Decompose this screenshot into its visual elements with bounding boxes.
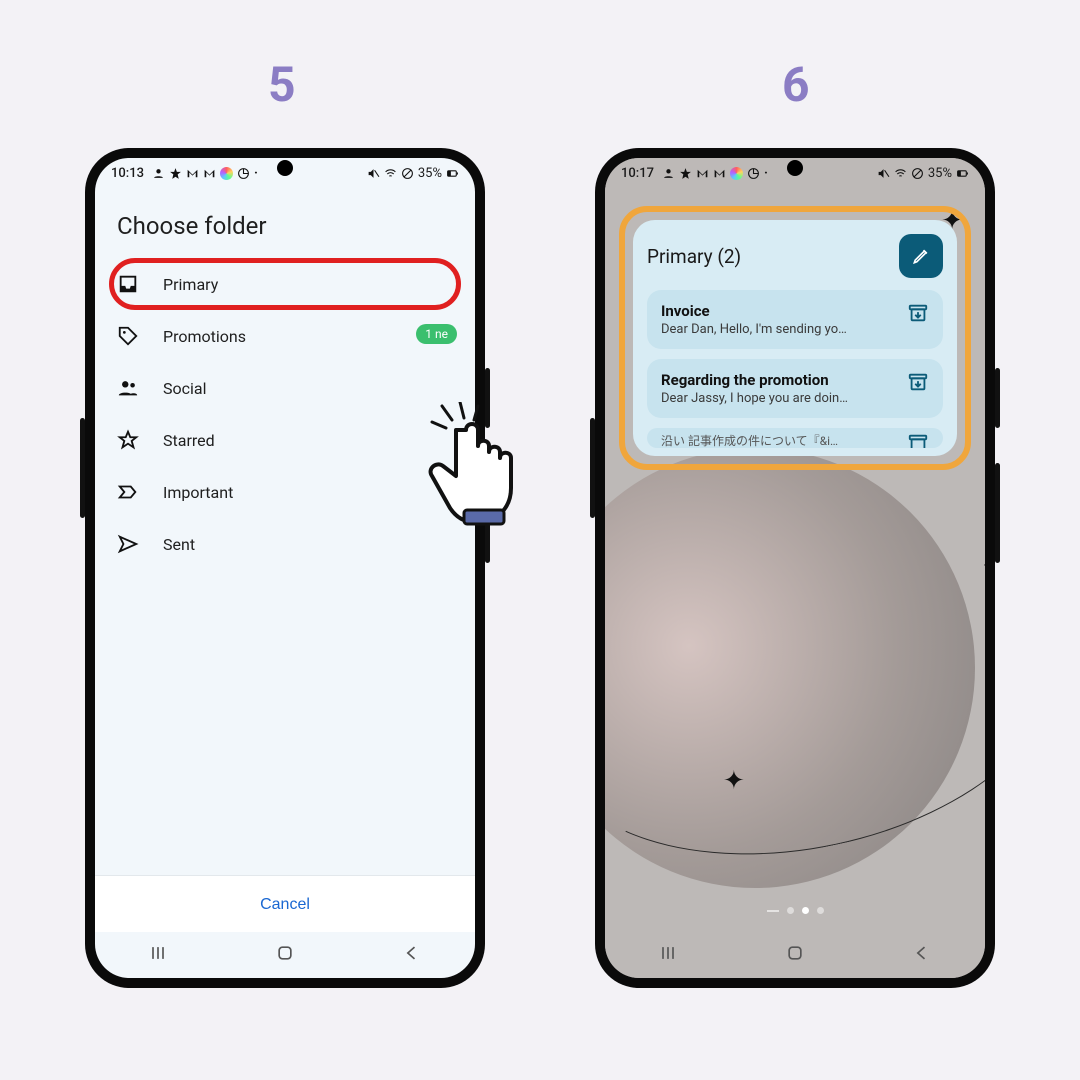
- clock: 10:17: [621, 166, 654, 181]
- wifi-icon: [894, 167, 907, 180]
- folder-label: Primary: [163, 275, 453, 294]
- folder-label: Social: [163, 379, 453, 398]
- email-item[interactable]: Regarding the promotion Dear Jassy, I ho…: [647, 359, 943, 418]
- email-subject: 沿い 記事作成の件について『&i…: [661, 432, 897, 448]
- mute-icon: [367, 167, 380, 180]
- nav-recents-icon[interactable]: [148, 943, 168, 967]
- star-icon: [679, 167, 692, 180]
- folder-label: Starred: [163, 431, 453, 450]
- battery-pct: 35%: [928, 166, 952, 181]
- app-color-icon: [220, 167, 233, 180]
- nav-recents-icon[interactable]: [658, 943, 678, 967]
- tag-icon: [117, 325, 139, 347]
- folder-row-sent[interactable]: Sent: [95, 518, 475, 570]
- clock: 10:13: [111, 166, 144, 181]
- folder-row-starred[interactable]: Starred: [95, 414, 475, 466]
- android-nav-bar: [605, 932, 985, 978]
- step-number-6: 6: [782, 56, 810, 113]
- star-outline-icon: [117, 429, 139, 451]
- mail-m-icon: [696, 167, 709, 180]
- pie-icon: [237, 167, 250, 180]
- wifi-icon: [384, 167, 397, 180]
- email-preview: Dear Dan, Hello, I'm sending yo…: [661, 322, 897, 337]
- account-icon: [152, 167, 165, 180]
- nav-back-icon[interactable]: [402, 943, 422, 967]
- archive-icon[interactable]: [907, 432, 929, 448]
- folder-row-important[interactable]: Important 2: [95, 466, 475, 518]
- gmail-widget[interactable]: Primary (2) Invoice Dear Dan, Hello, I'm…: [633, 220, 957, 456]
- folder-row-primary[interactable]: Primary: [95, 258, 475, 310]
- mail-m2-icon: [203, 167, 216, 180]
- star-icon: [169, 167, 182, 180]
- cancel-button[interactable]: Cancel: [260, 896, 310, 914]
- front-camera-icon: [787, 160, 803, 176]
- new-badge: 1 ne: [416, 324, 457, 344]
- account-icon: [662, 167, 675, 180]
- folder-label: Promotions: [163, 327, 453, 346]
- mail-m2-icon: [713, 167, 726, 180]
- folder-label: Important: [163, 483, 421, 502]
- mute-icon: [877, 167, 890, 180]
- compose-button[interactable]: [899, 234, 943, 278]
- email-item[interactable]: Invoice Dear Dan, Hello, I'm sending yo…: [647, 290, 943, 349]
- mail-m-icon: [186, 167, 199, 180]
- front-camera-icon: [277, 160, 293, 176]
- folder-count: 2: [445, 484, 453, 500]
- pie-icon: [747, 167, 760, 180]
- pencil-icon: [911, 246, 931, 266]
- battery-icon: [446, 167, 459, 180]
- sparkle-icon: ✦: [723, 766, 745, 796]
- people-icon: [117, 377, 139, 399]
- nav-home-icon[interactable]: [275, 943, 295, 967]
- email-subject: Invoice: [661, 302, 897, 320]
- nav-back-icon[interactable]: [912, 943, 932, 967]
- email-item-truncated[interactable]: 沿い 記事作成の件について『&i…: [647, 428, 943, 448]
- inbox-icon: [117, 273, 139, 295]
- app-color-icon: [730, 167, 743, 180]
- no-signal-icon: [911, 167, 924, 180]
- email-preview: Dear Jassy, I hope you are doin…: [661, 391, 897, 406]
- send-icon: [117, 533, 139, 555]
- battery-pct: 35%: [418, 166, 442, 181]
- page-indicator: [605, 907, 985, 914]
- widget-highlight: Primary (2) Invoice Dear Dan, Hello, I'm…: [619, 206, 971, 470]
- email-subject: Regarding the promotion: [661, 371, 897, 389]
- folder-row-promotions[interactable]: Promotions 1 ne: [95, 310, 475, 362]
- widget-title: Primary (2): [647, 245, 741, 268]
- battery-icon: [956, 167, 969, 180]
- page-title: Choose folder: [95, 204, 475, 258]
- phone-frame-left: 10:13 · 35% Choose folder: [85, 148, 485, 988]
- important-icon: [117, 481, 139, 503]
- archive-icon[interactable]: [907, 371, 929, 393]
- android-nav-bar: [95, 932, 475, 978]
- phone-frame-right: ✦ ✦ 10:17 · 35%: [595, 148, 995, 988]
- nav-home-icon[interactable]: [785, 943, 805, 967]
- archive-icon[interactable]: [907, 302, 929, 324]
- step-number-5: 5: [268, 56, 296, 113]
- no-signal-icon: [401, 167, 414, 180]
- folder-row-social[interactable]: Social: [95, 362, 475, 414]
- folder-label: Sent: [163, 535, 453, 554]
